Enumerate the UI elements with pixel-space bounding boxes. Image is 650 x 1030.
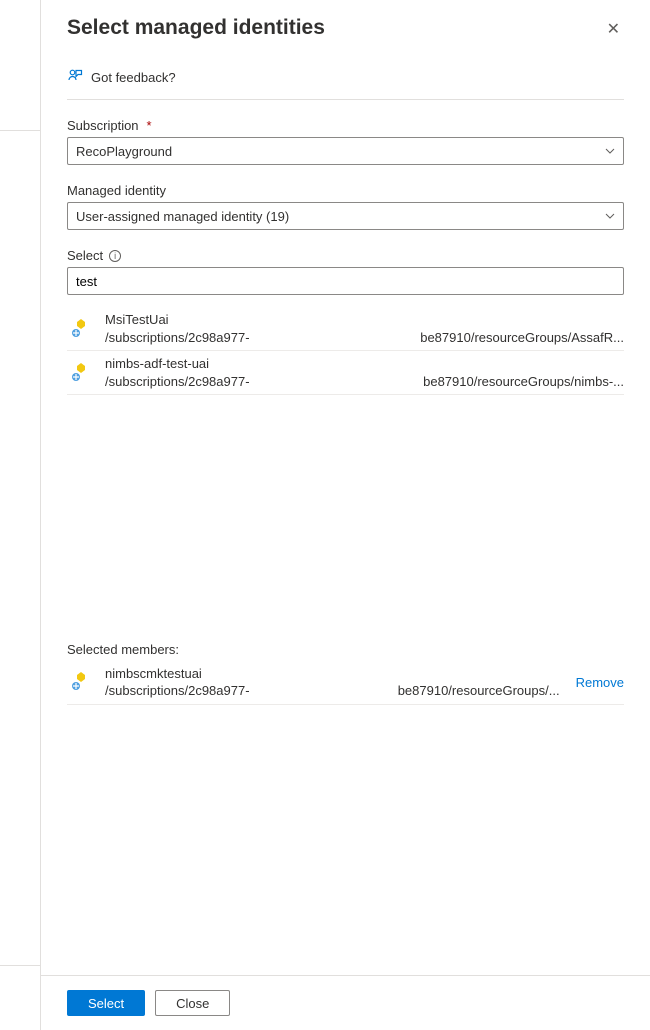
managed-identity-icon	[67, 362, 95, 384]
managed-identity-icon	[67, 318, 95, 340]
info-icon[interactable]: i	[109, 250, 121, 262]
selected-identity-path-left: /subscriptions/2c98a977-	[105, 682, 250, 700]
identity-path-left: /subscriptions/2c98a977-	[105, 373, 250, 391]
identity-path-left: /subscriptions/2c98a977-	[105, 329, 250, 347]
panel-title: Select managed identities	[67, 16, 325, 40]
managed-identity-icon	[67, 671, 95, 693]
remove-link[interactable]: Remove	[576, 675, 624, 690]
close-icon[interactable]: ✕	[603, 18, 624, 42]
identity-name: MsiTestUai	[105, 311, 624, 329]
managed-identity-select[interactable]: User-assigned managed identity (19)	[67, 202, 624, 230]
subscription-value: RecoPlayground	[76, 144, 172, 159]
selected-member-row: nimbscmktestuai /subscriptions/2c98a977-…	[67, 661, 624, 705]
selected-members-heading: Selected members:	[67, 642, 624, 657]
identity-name: nimbs-adf-test-uai	[105, 355, 624, 373]
select-label: Select i	[67, 248, 624, 263]
selected-identity-path-right: be87910/resourceGroups/...	[398, 682, 560, 700]
selected-members-section: Selected members: nimbscmktestuai /subsc…	[67, 642, 624, 705]
identity-path-right: be87910/resourceGroups/nimbs-...	[423, 373, 624, 391]
identity-result-row[interactable]: MsiTestUai /subscriptions/2c98a977- be87…	[67, 307, 624, 351]
chevron-down-icon	[605, 145, 615, 157]
close-button[interactable]: Close	[155, 990, 230, 1016]
select-managed-identities-panel: Select managed identities ✕ Got feedback…	[40, 0, 650, 1030]
identity-result-row[interactable]: nimbs-adf-test-uai /subscriptions/2c98a9…	[67, 351, 624, 395]
search-results: MsiTestUai /subscriptions/2c98a977- be87…	[67, 307, 624, 395]
select-search-input[interactable]	[67, 267, 624, 295]
subscription-label: Subscription*	[67, 118, 624, 133]
left-background-strip	[0, 0, 40, 1030]
feedback-icon	[67, 68, 83, 87]
select-button[interactable]: Select	[67, 990, 145, 1016]
panel-footer: Select Close	[41, 975, 650, 1030]
subscription-select[interactable]: RecoPlayground	[67, 137, 624, 165]
chevron-down-icon	[605, 210, 615, 222]
feedback-link[interactable]: Got feedback?	[67, 60, 624, 100]
selected-identity-name: nimbscmktestuai	[105, 665, 560, 683]
identity-path-right: be87910/resourceGroups/AssafR...	[420, 329, 624, 347]
managed-identity-value: User-assigned managed identity (19)	[76, 209, 289, 224]
managed-identity-label: Managed identity	[67, 183, 624, 198]
feedback-label: Got feedback?	[91, 70, 176, 85]
